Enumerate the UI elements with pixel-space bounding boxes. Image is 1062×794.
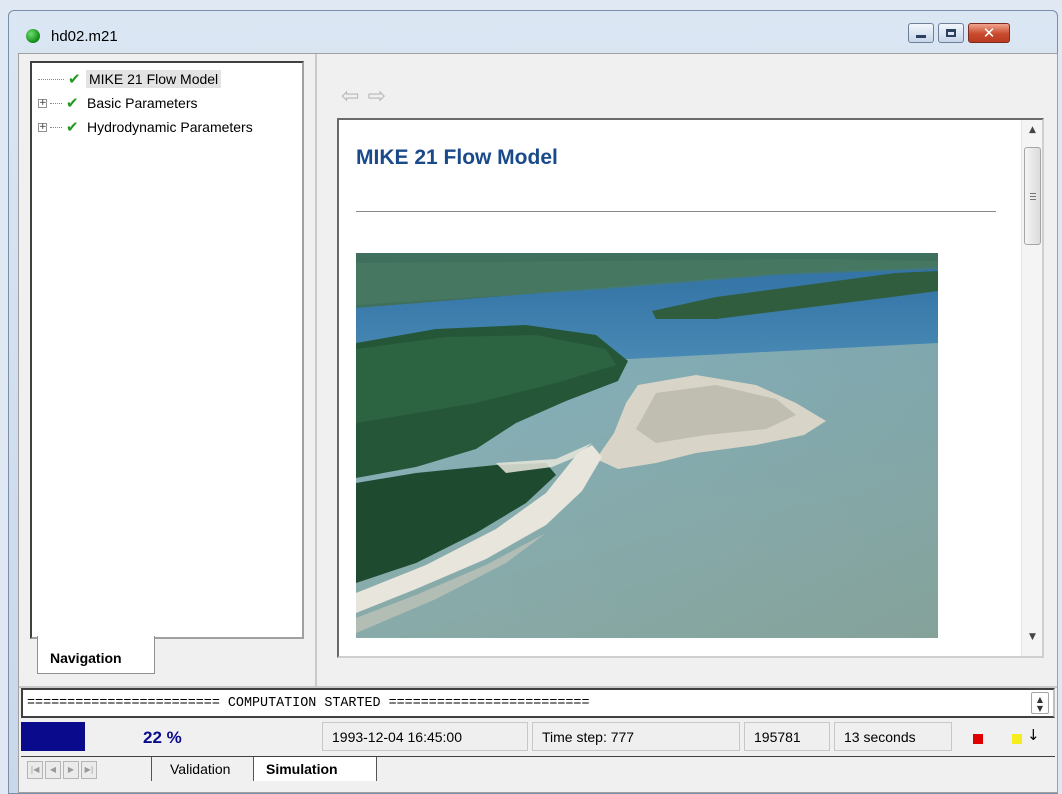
minimize-icon xyxy=(909,24,933,42)
navigation-panel: ✔ MIKE 21 Flow Model + ✔ Basic Parameter… xyxy=(30,61,304,639)
minimize-button[interactable] xyxy=(908,23,934,43)
next-tab-icon[interactable]: ▶ xyxy=(63,761,79,779)
progress-bar xyxy=(21,722,85,751)
log-spin-button[interactable]: ▲ ▼ xyxy=(1031,692,1049,714)
history-navigation: ⇦⇨ xyxy=(341,84,394,109)
last-tab-icon[interactable]: ▶| xyxy=(81,761,97,779)
tab-navigation[interactable]: Navigation xyxy=(37,636,155,674)
close-button[interactable]: ✕ xyxy=(968,23,1010,43)
status-dot-icon xyxy=(26,29,40,43)
app-window: hd02.m21 ✕ ✔ MIKE 21 Flow Model + ✔ Basi… xyxy=(8,10,1058,794)
checkmark-icon: ✔ xyxy=(66,94,79,112)
scroll-up-icon[interactable]: ▲ xyxy=(1022,125,1042,145)
vertical-splitter[interactable] xyxy=(315,54,317,686)
scroll-thumb[interactable] xyxy=(1024,147,1041,245)
close-icon: ✕ xyxy=(982,24,996,42)
tree-connector xyxy=(38,78,64,80)
navigation-tree: ✔ MIKE 21 Flow Model + ✔ Basic Parameter… xyxy=(38,67,256,139)
tree-item-mike21-flow-model[interactable]: ✔ MIKE 21 Flow Model xyxy=(38,67,256,91)
maximize-icon xyxy=(939,24,963,42)
time-step: Time step: 777 xyxy=(532,722,740,751)
tree-connector xyxy=(50,102,62,104)
back-arrow-icon[interactable]: ⇦ xyxy=(341,84,367,109)
tree-item-basic-parameters[interactable]: + ✔ Basic Parameters xyxy=(38,91,256,115)
tree-item-label[interactable]: Basic Parameters xyxy=(84,94,200,112)
scroll-down-icon[interactable]: ▼ xyxy=(1022,632,1042,652)
content-scrollbar[interactable]: ▲ ▼ xyxy=(1021,120,1042,656)
title-bar[interactable]: hd02.m21 ✕ xyxy=(9,11,1057,53)
checkmark-icon: ✔ xyxy=(68,70,81,88)
first-tab-icon[interactable]: |◀ xyxy=(27,761,43,779)
expand-icon[interactable]: + xyxy=(38,98,47,108)
divider xyxy=(356,211,996,212)
scroll-to-end-icon[interactable]: ↓ xyxy=(1027,726,1040,744)
simulation-datetime: 1993-12-04 16:45:00 xyxy=(322,722,528,751)
client-area: ✔ MIKE 21 Flow Model + ✔ Basic Parameter… xyxy=(18,53,1058,793)
warning-indicator-icon[interactable] xyxy=(1012,734,1022,744)
expand-icon[interactable]: + xyxy=(38,122,47,132)
window-title: hd02.m21 xyxy=(51,28,118,45)
log-line: ======================== COMPUTATION STA… xyxy=(27,696,590,711)
tree-item-label[interactable]: Hydrodynamic Parameters xyxy=(84,118,256,136)
tree-item-label[interactable]: MIKE 21 Flow Model xyxy=(86,70,222,88)
grip-icon xyxy=(1030,193,1036,200)
forward-arrow-icon[interactable]: ⇨ xyxy=(367,84,393,109)
content-title: MIKE 21 Flow Model xyxy=(356,146,558,169)
tab-simulation[interactable]: Simulation xyxy=(253,757,377,781)
tab-validation[interactable]: Validation xyxy=(151,757,249,781)
output-tab-strip: |◀ ◀ ▶ ▶| Validation Simulation xyxy=(21,756,1055,782)
maximize-button[interactable] xyxy=(938,23,964,43)
aerial-photo xyxy=(356,253,938,638)
step-count: 195781 xyxy=(744,722,830,751)
previous-tab-icon[interactable]: ◀ xyxy=(45,761,61,779)
tree-connector xyxy=(50,126,62,128)
simulation-status-bar: 22 % 1993-12-04 16:45:00 Time step: 777 … xyxy=(21,720,1055,752)
tree-item-hydrodynamic-parameters[interactable]: + ✔ Hydrodynamic Parameters xyxy=(38,115,256,139)
elapsed-time: 13 seconds xyxy=(834,722,952,751)
progress-percent: 22 % xyxy=(143,728,182,747)
log-output: ======================== COMPUTATION STA… xyxy=(21,688,1055,718)
checkmark-icon: ✔ xyxy=(66,118,79,136)
help-content-pane: MIKE 21 Flow Model ▲ ▼ xyxy=(337,118,1044,658)
stop-indicator-icon[interactable] xyxy=(973,734,983,744)
